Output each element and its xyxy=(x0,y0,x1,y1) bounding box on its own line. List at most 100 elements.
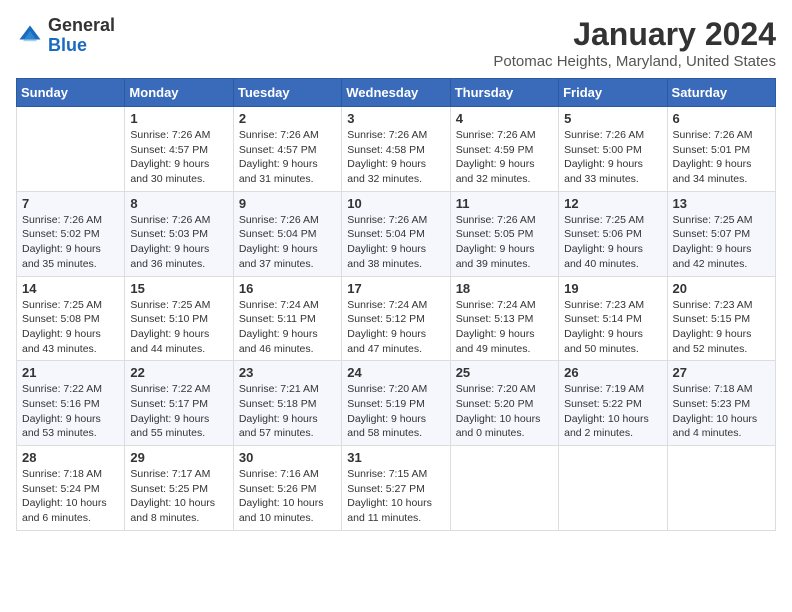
logo-general: General xyxy=(48,15,115,35)
day-info: Sunrise: 7:20 AMSunset: 5:20 PMDaylight:… xyxy=(456,382,553,441)
day-info: Sunrise: 7:17 AMSunset: 5:25 PMDaylight:… xyxy=(130,467,227,526)
page-header: General Blue January 2024 Potomac Height… xyxy=(16,16,776,70)
calendar-day-cell: 12 Sunrise: 7:25 AMSunset: 5:06 PMDayligh… xyxy=(559,191,667,276)
weekday-header-cell: Friday xyxy=(559,79,667,107)
day-info: Sunrise: 7:23 AMSunset: 5:14 PMDaylight:… xyxy=(564,298,661,357)
day-info: Sunrise: 7:26 AMSunset: 5:03 PMDaylight:… xyxy=(130,213,227,272)
day-number: 29 xyxy=(130,450,227,465)
day-info: Sunrise: 7:25 AMSunset: 5:06 PMDaylight:… xyxy=(564,213,661,272)
day-info: Sunrise: 7:26 AMSunset: 4:57 PMDaylight:… xyxy=(239,128,336,187)
calendar-day-cell: 22 Sunrise: 7:22 AMSunset: 5:17 PMDayligh… xyxy=(125,361,233,446)
day-number: 9 xyxy=(239,196,336,211)
day-info: Sunrise: 7:25 AMSunset: 5:10 PMDaylight:… xyxy=(130,298,227,357)
day-info: Sunrise: 7:24 AMSunset: 5:11 PMDaylight:… xyxy=(239,298,336,357)
month-year: January 2024 xyxy=(493,16,776,53)
calendar-day-cell: 10Sunrise: 7:26 AMSunset: 5:04 PMDayligh… xyxy=(342,191,450,276)
day-info: Sunrise: 7:15 AMSunset: 5:27 PMDaylight:… xyxy=(347,467,444,526)
day-number: 26 xyxy=(564,365,661,380)
day-info: Sunrise: 7:26 AMSunset: 5:01 PMDaylight:… xyxy=(673,128,770,187)
day-number: 5 xyxy=(564,111,661,126)
day-info: Sunrise: 7:18 AMSunset: 5:24 PMDaylight:… xyxy=(22,467,119,526)
calendar-day-cell: 17 Sunrise: 7:24 AMSunset: 5:12 PMDayligh… xyxy=(342,276,450,361)
day-number: 22 xyxy=(130,365,227,380)
day-info: Sunrise: 7:22 AMSunset: 5:17 PMDaylight:… xyxy=(130,382,227,441)
day-number: 18 xyxy=(456,281,553,296)
day-number: 25 xyxy=(456,365,553,380)
day-number: 23 xyxy=(239,365,336,380)
day-info: Sunrise: 7:26 AMSunset: 4:58 PMDaylight:… xyxy=(347,128,444,187)
calendar-day-cell: 16 Sunrise: 7:24 AMSunset: 5:11 PMDayligh… xyxy=(233,276,341,361)
calendar-day-cell: 30 Sunrise: 7:16 AMSunset: 5:26 PMDayligh… xyxy=(233,446,341,531)
day-info: Sunrise: 7:26 AMSunset: 5:02 PMDaylight:… xyxy=(22,213,119,272)
day-info: Sunrise: 7:26 AMSunset: 4:57 PMDaylight:… xyxy=(130,128,227,187)
calendar-day-cell: 9 Sunrise: 7:26 AMSunset: 5:04 PMDaylight… xyxy=(233,191,341,276)
day-number: 20 xyxy=(673,281,770,296)
day-number: 27 xyxy=(673,365,770,380)
day-number: 30 xyxy=(239,450,336,465)
day-number: 12 xyxy=(564,196,661,211)
day-info: Sunrise: 7:16 AMSunset: 5:26 PMDaylight:… xyxy=(239,467,336,526)
day-info: Sunrise: 7:26 AMSunset: 5:05 PMDaylight:… xyxy=(456,213,553,272)
day-info: Sunrise: 7:22 AMSunset: 5:16 PMDaylight:… xyxy=(22,382,119,441)
weekday-header-cell: Monday xyxy=(125,79,233,107)
weekday-header-row: SundayMondayTuesdayWednesdayThursdayFrid… xyxy=(17,79,776,107)
calendar-week-row: 28 Sunrise: 7:18 AMSunset: 5:24 PMDayligh… xyxy=(17,446,776,531)
day-info: Sunrise: 7:25 AMSunset: 5:07 PMDaylight:… xyxy=(673,213,770,272)
calendar-day-cell xyxy=(450,446,558,531)
location: Potomac Heights, Maryland, United States xyxy=(493,53,776,70)
day-info: Sunrise: 7:21 AMSunset: 5:18 PMDaylight:… xyxy=(239,382,336,441)
calendar-day-cell: 26 Sunrise: 7:19 AMSunset: 5:22 PMDayligh… xyxy=(559,361,667,446)
calendar-day-cell: 29 Sunrise: 7:17 AMSunset: 5:25 PMDayligh… xyxy=(125,446,233,531)
calendar-day-cell: 14Sunrise: 7:25 AMSunset: 5:08 PMDayligh… xyxy=(17,276,125,361)
day-number: 28 xyxy=(22,450,119,465)
weekday-header-cell: Saturday xyxy=(667,79,775,107)
calendar-day-cell: 25 Sunrise: 7:20 AMSunset: 5:20 PMDayligh… xyxy=(450,361,558,446)
day-info: Sunrise: 7:26 AMSunset: 5:04 PMDaylight:… xyxy=(347,213,444,272)
day-number: 1 xyxy=(130,111,227,126)
day-number: 4 xyxy=(456,111,553,126)
calendar-day-cell: 4Sunrise: 7:26 AMSunset: 4:59 PMDaylight… xyxy=(450,107,558,192)
calendar-week-row: 14Sunrise: 7:25 AMSunset: 5:08 PMDayligh… xyxy=(17,276,776,361)
calendar-day-cell: 6 Sunrise: 7:26 AMSunset: 5:01 PMDaylight… xyxy=(667,107,775,192)
calendar-day-cell: 24Sunrise: 7:20 AMSunset: 5:19 PMDayligh… xyxy=(342,361,450,446)
day-number: 16 xyxy=(239,281,336,296)
day-info: Sunrise: 7:23 AMSunset: 5:15 PMDaylight:… xyxy=(673,298,770,357)
weekday-header-cell: Tuesday xyxy=(233,79,341,107)
calendar-day-cell: 3Sunrise: 7:26 AMSunset: 4:58 PMDaylight… xyxy=(342,107,450,192)
day-number: 6 xyxy=(673,111,770,126)
calendar-table: SundayMondayTuesdayWednesdayThursdayFrid… xyxy=(16,78,776,531)
calendar-day-cell: 5 Sunrise: 7:26 AMSunset: 5:00 PMDaylight… xyxy=(559,107,667,192)
day-info: Sunrise: 7:18 AMSunset: 5:23 PMDaylight:… xyxy=(673,382,770,441)
day-number: 8 xyxy=(130,196,227,211)
logo: General Blue xyxy=(16,16,115,56)
day-number: 17 xyxy=(347,281,444,296)
calendar-day-cell: 31Sunrise: 7:15 AMSunset: 5:27 PMDayligh… xyxy=(342,446,450,531)
calendar-body: 1 Sunrise: 7:26 AMSunset: 4:57 PMDaylight… xyxy=(17,107,776,531)
calendar-day-cell: 18 Sunrise: 7:24 AMSunset: 5:13 PMDayligh… xyxy=(450,276,558,361)
calendar-day-cell: 11Sunrise: 7:26 AMSunset: 5:05 PMDayligh… xyxy=(450,191,558,276)
day-info: Sunrise: 7:20 AMSunset: 5:19 PMDaylight:… xyxy=(347,382,444,441)
day-number: 14 xyxy=(22,281,119,296)
day-info: Sunrise: 7:24 AMSunset: 5:12 PMDaylight:… xyxy=(347,298,444,357)
day-info: Sunrise: 7:26 AMSunset: 5:00 PMDaylight:… xyxy=(564,128,661,187)
day-number: 7 xyxy=(22,196,119,211)
weekday-header-cell: Sunday xyxy=(17,79,125,107)
calendar-day-cell: 1 Sunrise: 7:26 AMSunset: 4:57 PMDaylight… xyxy=(125,107,233,192)
calendar-day-cell xyxy=(559,446,667,531)
calendar-day-cell xyxy=(17,107,125,192)
calendar-day-cell: 21Sunrise: 7:22 AMSunset: 5:16 PMDayligh… xyxy=(17,361,125,446)
calendar-day-cell: 27 Sunrise: 7:18 AMSunset: 5:23 PMDayligh… xyxy=(667,361,775,446)
day-number: 13 xyxy=(673,196,770,211)
weekday-header-cell: Wednesday xyxy=(342,79,450,107)
logo-icon xyxy=(16,22,44,50)
title-block: January 2024 Potomac Heights, Maryland, … xyxy=(493,16,776,70)
calendar-week-row: 21Sunrise: 7:22 AMSunset: 5:16 PMDayligh… xyxy=(17,361,776,446)
calendar-day-cell: 8 Sunrise: 7:26 AMSunset: 5:03 PMDaylight… xyxy=(125,191,233,276)
day-info: Sunrise: 7:26 AMSunset: 5:04 PMDaylight:… xyxy=(239,213,336,272)
calendar-day-cell: 23 Sunrise: 7:21 AMSunset: 5:18 PMDayligh… xyxy=(233,361,341,446)
day-info: Sunrise: 7:19 AMSunset: 5:22 PMDaylight:… xyxy=(564,382,661,441)
day-number: 19 xyxy=(564,281,661,296)
calendar-day-cell: 13 Sunrise: 7:25 AMSunset: 5:07 PMDayligh… xyxy=(667,191,775,276)
calendar-week-row: 1 Sunrise: 7:26 AMSunset: 4:57 PMDaylight… xyxy=(17,107,776,192)
day-info: Sunrise: 7:24 AMSunset: 5:13 PMDaylight:… xyxy=(456,298,553,357)
